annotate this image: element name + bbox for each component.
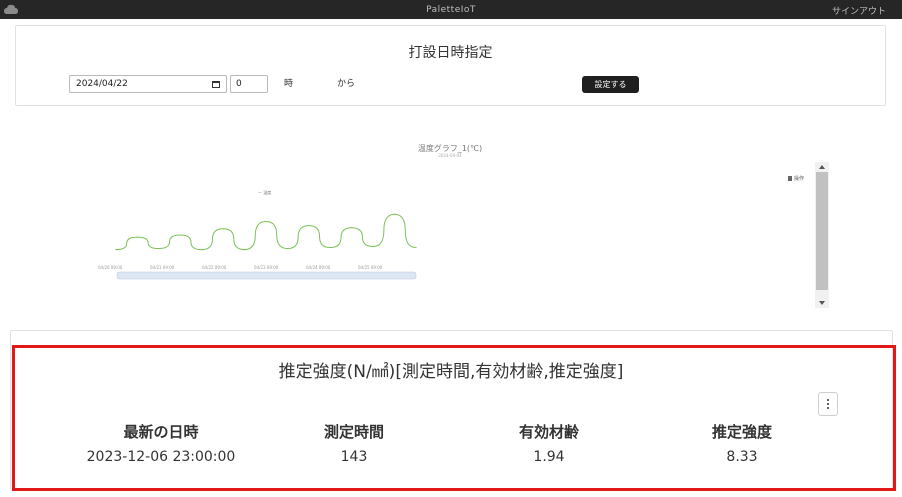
document-icon: [788, 176, 792, 181]
date-value: 2024/04/22: [76, 79, 128, 89]
latest-datetime-header: 最新の日時: [123, 423, 199, 441]
y-tick-label: ·: [109, 207, 110, 211]
x-tick-label: 04/23 09:00: [254, 265, 279, 270]
y-tick-label: ·: [109, 255, 110, 259]
data-point: [351, 227, 353, 229]
latest-datetime-column: 最新の日時 2023-12-06 23:00:00: [61, 421, 261, 465]
data-point: [222, 228, 224, 230]
data-point: [201, 249, 203, 251]
chart-scrollbar[interactable]: [815, 162, 829, 308]
x-tick-label: 04/24 09:00: [306, 265, 331, 270]
temperature-chart: 温度グラフ_1(℃) 2024-04-04 操作 — 温度 · · · · 04/20 0…: [90, 140, 835, 310]
effective-age-value: 1.94: [533, 449, 565, 465]
cloud-icon[interactable]: [4, 4, 18, 15]
data-point: [136, 236, 139, 238]
scroll-up-icon[interactable]: [819, 165, 825, 169]
chart-subtitle: 2024-04-04: [438, 153, 462, 158]
measure-time-header: 測定時間: [323, 423, 384, 441]
latest-datetime-value: 2023-12-06 23:00:00: [86, 449, 236, 465]
data-point: [372, 245, 374, 248]
pour-date-panel: 打設日時指定 2024/04/22 0 時 から 設定する: [15, 25, 886, 106]
more-options-dot: [827, 403, 829, 405]
data-point: [179, 234, 181, 236]
x-tick-label: 04/25 09:00: [358, 265, 383, 270]
x-tick-label: 04/20 09:00: [98, 265, 123, 270]
data-point: [115, 249, 117, 251]
data-point: [243, 249, 246, 251]
chart-range-navigator[interactable]: [116, 271, 417, 280]
measure-time-value: 143: [340, 449, 368, 465]
chart-legend-label: — 温度: [258, 189, 271, 195]
set-button[interactable]: 設定する: [582, 76, 639, 93]
signout-link[interactable]: サインアウト: [832, 4, 886, 17]
series-line-temperature: [115, 213, 417, 251]
date-input[interactable]: 2024/04/22: [69, 75, 227, 93]
estimated-strength-column: 推定強度 8.33: [642, 421, 842, 465]
data-point: [265, 220, 267, 223]
more-options-dot: [827, 407, 829, 409]
chart-menu-label: 操作: [794, 176, 805, 182]
app-title: PaletteIoT: [426, 4, 476, 15]
measure-time-column: 測定時間 143: [254, 421, 454, 465]
estimated-strength-header: 推定強度: [711, 423, 772, 441]
data-point: [415, 246, 417, 249]
data-point: [308, 225, 310, 227]
more-options-button[interactable]: [818, 392, 838, 416]
pour-date-title: 打設日時指定: [408, 45, 493, 61]
top-navbar: PaletteIoT サインアウト: [0, 0, 902, 19]
calendar-icon[interactable]: [212, 80, 220, 88]
scroll-thumb[interactable]: [816, 172, 828, 290]
x-tick-label: 04/22 09:00: [202, 265, 227, 270]
estimated-strength-value: 8.33: [726, 449, 758, 465]
y-tick-label: ·: [109, 239, 110, 243]
chart-menu-button[interactable]: 操作: [788, 175, 804, 182]
strength-title: 推定強度(N/㎟)[測定時間,有効材齢,推定強度]: [278, 362, 624, 382]
hour-input[interactable]: 0: [230, 75, 268, 93]
scroll-down-icon[interactable]: [819, 301, 825, 305]
from-label: から: [337, 79, 356, 89]
effective-age-header: 有効材齢: [518, 423, 579, 441]
data-point: [393, 213, 396, 215]
data-point: [329, 246, 331, 249]
data-point: [158, 247, 160, 250]
data-point: [286, 247, 289, 250]
y-tick-label: ·: [109, 223, 110, 227]
effective-age-column: 有効材齢 1.94: [449, 421, 649, 465]
x-tick-label: 04/21 09:00: [150, 265, 175, 270]
more-options-icon: [827, 399, 829, 401]
hour-label: 時: [284, 79, 294, 89]
line-chart-svg: — 温度 · · · · 04/20 09:00 04/21 09:00 04/22 09:0…: [98, 189, 417, 280]
